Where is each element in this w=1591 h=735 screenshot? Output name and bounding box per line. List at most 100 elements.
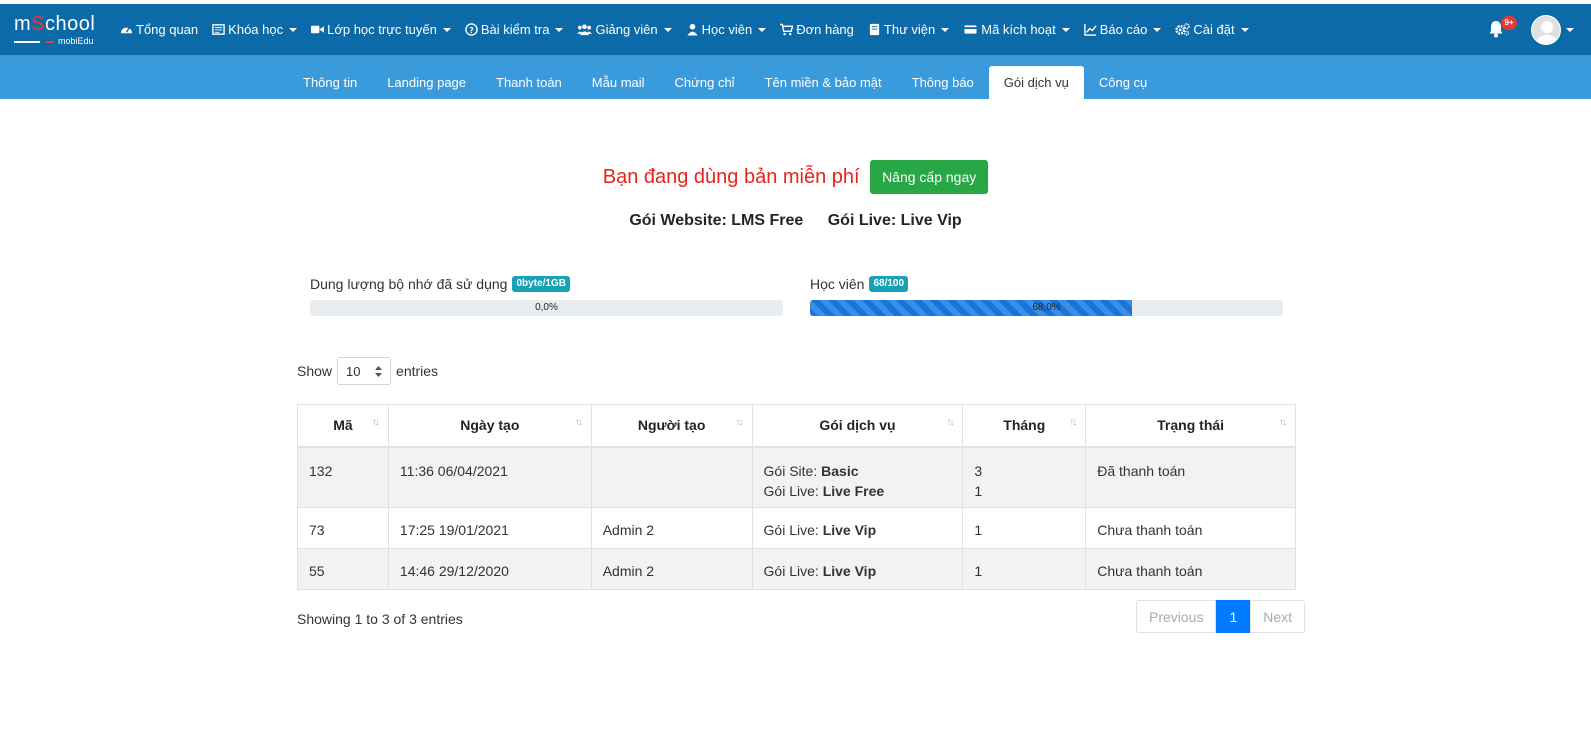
column-header-nguoi-tao[interactable]: Người tạo ↑↓ [590,404,753,448]
column-header-ngay-tao[interactable]: Ngày tạo ↑↓ [387,404,592,448]
tab-chung-chi[interactable]: Chứng chỉ [660,66,750,99]
cell-created-text: 14:46 29/12/2020 [399,563,509,579]
tab-thong-bao[interactable]: Thông báo [897,66,989,99]
logo-text: mSchool [14,13,96,35]
package-prefix: Gói Live: [763,482,823,499]
column-header-trang-thai[interactable]: Trạng thái ↑↓ [1085,404,1296,448]
cell-packages: Gói Live: Live Vip [751,507,964,549]
nav-item-hoc-vien[interactable]: Học viên [686,22,767,37]
chevron-down-icon [1153,27,1162,32]
main-nav: Tổng quan Khóa học Lớp học trực tuyến ? Bài … [120,4,1263,55]
package-name: Basic [821,462,859,479]
nav-item-tong-quan[interactable]: Tổng quan [120,22,198,37]
next-page-button[interactable]: Next [1250,600,1306,633]
package-prefix: Gói Site: [763,462,822,479]
tab-goi-dich-vu[interactable]: Gói dịch vụ [988,66,1084,99]
storage-progress-text: 0,0% [535,302,558,313]
column-header-goi-dich-vu[interactable]: Gói dịch vụ ↑↓ [751,404,964,448]
svg-text:?: ? [469,25,474,35]
cell-status: Chưa thanh toán [1085,548,1296,590]
tab-landing-page[interactable]: Landing page [372,66,481,99]
cell-packages: Gói Live: Live Vip [751,548,964,590]
chevron-down-icon[interactable] [1566,28,1574,32]
package-name: Live Vip [822,563,877,579]
library-icon [869,23,880,36]
cell-creator: Admin 2 [590,507,753,549]
chart-icon [1083,23,1097,36]
students-progress-bar: 68,0% [810,300,1283,316]
dashboard-icon [120,27,133,34]
nav-item-giang-vien[interactable]: Giảng viên [577,22,672,37]
nav-item-label: Cài đặt [1193,22,1235,37]
month-value: 1 [974,482,983,499]
package-name: Live Vip [822,522,877,538]
page-size-control: Show 10 entries [297,357,438,385]
cell-created-text: 17:25 19/01/2021 [399,522,509,538]
tab-ten-mien-bao-mat[interactable]: Tên miền & bảo mật [750,66,897,99]
page-1-button[interactable]: 1 [1216,600,1251,633]
logo[interactable]: mSchool mobiEdu [14,14,104,46]
nav-item-ma-kich-hoat[interactable]: Mã kích hoạt [963,22,1070,37]
tab-thanh-toan[interactable]: Thanh toán [481,66,577,99]
package-line: Gói Live: Live Vip [764,520,952,540]
plan-names: Gói Website: LMS Free Gói Live: Live Vip [0,212,1591,230]
tab-thong-tin[interactable]: Thông tin [288,66,372,99]
nav-item-cai-dat[interactable]: Cài đặt [1175,22,1249,37]
cell-id: 55 [297,548,389,590]
table-row: 132 11:36 06/04/2021 Gói Site: Basic Gói Li… [297,446,1296,508]
students-badge: 68/100 [869,276,909,292]
cell-status-text: Chưa thanh toán [1097,563,1203,579]
website-plan: Gói Website: LMS Free [629,212,804,229]
nav-item-lop-hoc-truc-tuyen[interactable]: Lớp học trực tuyến [311,22,451,37]
nav-item-label: Giảng viên [595,22,658,37]
tab-cong-cu[interactable]: Công cụ [1084,66,1162,99]
column-header-ma[interactable]: Mã ↑↓ [297,404,389,448]
chevron-down-icon [758,27,767,32]
students-usage: Học viên 68/100 68,0% [810,276,1283,316]
upgrade-button[interactable]: Nâng cấp ngay [870,160,989,194]
video-icon [311,25,325,34]
nav-item-label: Thư viện [883,22,936,37]
avatar[interactable] [1531,15,1561,45]
page-size-value: 10 [346,363,361,379]
tab-mau-mail[interactable]: Mẫu mail [577,66,660,99]
students-progress-text: 68,0% [1032,302,1061,313]
cell-months: 1 [962,507,1087,549]
cell-creator-text: Admin 2 [602,522,655,538]
cell-status: Chưa thanh toán [1085,507,1296,549]
settings-subnav: Thông tin Landing page Thanh toán Mẫu mail C… [0,55,1591,99]
nav-item-khoa-hoc[interactable]: Khóa học [212,22,298,37]
column-header-label: Người tạo [637,417,706,434]
chevron-down-icon [1240,27,1249,32]
pagination: Previous 1 Next [1136,600,1306,633]
chevron-down-icon [555,27,564,32]
nav-item-bao-cao[interactable]: Báo cáo [1083,22,1162,37]
user-icon [687,23,698,36]
previous-page-button[interactable]: Previous [1136,600,1217,633]
sort-icon: ↑↓ [946,417,954,428]
entries-label: entries [396,363,439,379]
show-label: Show [297,363,333,379]
storage-usage: Dung lượng bộ nhớ đã sử dụng 0byte/1GB 0… [310,276,783,316]
cell-status-text: Chưa thanh toán [1097,522,1203,538]
month-value: 1 [974,563,983,579]
package-prefix: Gói Live: [763,522,823,538]
column-header-thang[interactable]: Tháng ↑↓ [962,404,1087,448]
cell-creator: Admin 2 [590,548,753,590]
question-circle-icon: ? [465,23,478,36]
cell-packages: Gói Site: Basic Gói Live: Live Free [751,446,964,508]
storage-label: Dung lượng bộ nhớ đã sử dụng [310,276,508,292]
page-size-select[interactable]: 10 [337,357,392,385]
sort-icon: ↑↓ [1069,417,1077,428]
table-row: 73 17:25 19/01/2021 Admin 2 Gói Live: Live … [297,507,1296,549]
column-header-label: Trạng thái [1157,417,1225,434]
nav-item-thu-vien[interactable]: Thư viện [868,22,950,37]
cell-created: 11:36 06/04/2021 [387,446,592,508]
card-icon [964,25,977,34]
nav-item-bai-kiem-tra[interactable]: ? Bài kiểm tra [465,22,564,37]
nav-item-label: Tổng quan [136,22,199,37]
nav-item-label: Mã kích hoạt [981,22,1056,37]
nav-item-don-hang[interactable]: Đơn hàng [780,22,854,37]
table-info: Showing 1 to 3 of 3 entries [297,611,463,627]
nav-item-label: Đơn hàng [796,22,854,37]
